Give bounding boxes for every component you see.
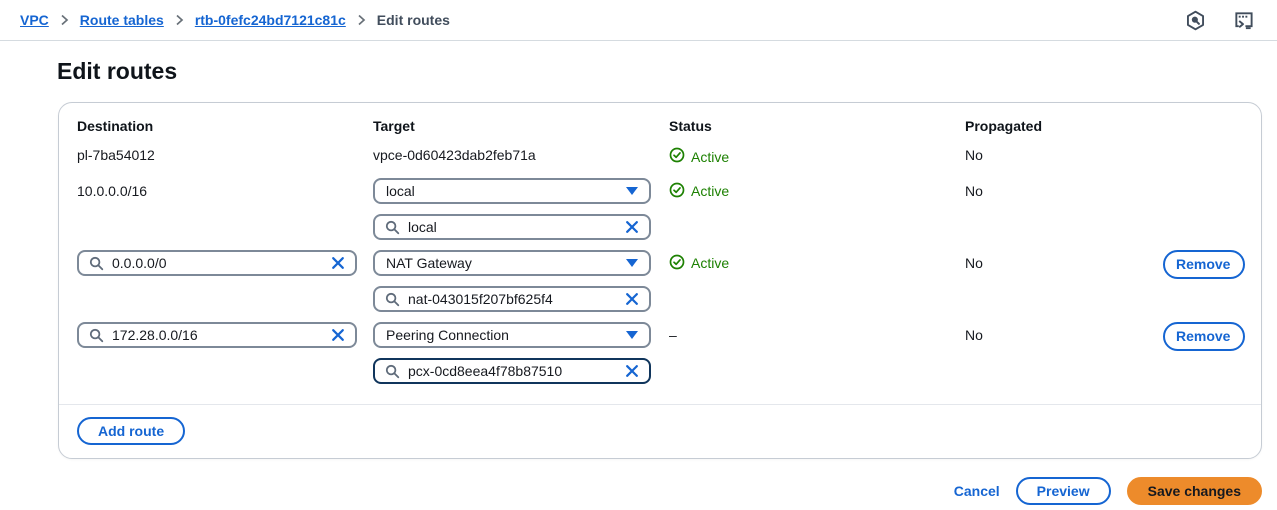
status-cell: Active [669, 147, 965, 166]
status-active-icon [669, 254, 685, 273]
breadcrumb-route-tables[interactable]: Route tables [80, 12, 164, 28]
col-header-propagated: Propagated [965, 118, 1161, 134]
status-active-icon [669, 147, 685, 166]
target-search-input[interactable] [408, 363, 617, 379]
search-icon [89, 256, 104, 271]
destination-search-box [77, 250, 357, 276]
breadcrumb: VPC Route tables rtb-0fefc24bd7121c81c E… [20, 12, 450, 28]
edit-routes-panel: Destination Target Status Propagated pl-… [58, 102, 1262, 459]
status-cell: Active [669, 254, 729, 273]
chevron-down-icon [626, 331, 638, 339]
destination-value: 10.0.0.0/16 [77, 178, 373, 204]
target-search-input[interactable] [408, 219, 617, 235]
card-footer: Add route [59, 404, 1261, 458]
col-header-target: Target [373, 118, 669, 134]
target-search-box [373, 214, 651, 240]
chevron-right-icon [60, 14, 69, 26]
propagated-value: No [965, 147, 1161, 164]
route-row: Peering Connection [77, 322, 1243, 384]
cancel-button[interactable]: Cancel [954, 479, 1000, 503]
add-route-button[interactable]: Add route [77, 417, 185, 445]
route-row: pl-7ba54012 vpce-0d60423dab2feb71a Activ… [77, 147, 1243, 166]
table-header-row: Destination Target Status Propagated [77, 118, 1243, 134]
remove-route-button[interactable]: Remove [1163, 322, 1245, 351]
chevron-right-icon [175, 14, 184, 26]
target-search-box [373, 286, 651, 312]
search-icon [385, 220, 400, 235]
select-value: Peering Connection [386, 327, 509, 343]
breadcrumb-current: Edit routes [377, 12, 450, 28]
status-dash: – [669, 327, 677, 343]
propagated-value: No [965, 322, 1161, 348]
status-label: Active [691, 183, 729, 199]
form-actions: Cancel Preview Save changes [58, 477, 1262, 505]
save-changes-button[interactable]: Save changes [1127, 477, 1262, 505]
clear-x-icon[interactable] [331, 256, 345, 270]
select-value: NAT Gateway [386, 255, 472, 271]
target-type-select[interactable]: NAT Gateway [373, 250, 651, 276]
target-value: vpce-0d60423dab2feb71a [373, 147, 669, 164]
target-search-input[interactable] [408, 291, 617, 307]
status-label: Active [691, 255, 729, 271]
preview-button[interactable]: Preview [1016, 477, 1111, 505]
chevron-right-icon [357, 14, 366, 26]
destination-search-input[interactable] [112, 255, 323, 271]
col-header-status: Status [669, 118, 965, 134]
breadcrumb-vpc[interactable]: VPC [20, 12, 49, 28]
propagated-value: No [965, 178, 1161, 204]
clear-x-icon[interactable] [625, 220, 639, 234]
clear-x-icon[interactable] [331, 328, 345, 342]
page-title: Edit routes [57, 58, 1277, 85]
col-header-destination: Destination [77, 118, 373, 134]
route-row: 10.0.0.0/16 local [77, 178, 1243, 240]
propagated-value: No [965, 250, 1161, 276]
destination-search-box [77, 322, 357, 348]
target-type-select[interactable]: Peering Connection [373, 322, 651, 348]
search-icon [89, 328, 104, 343]
amazon-q-icon[interactable] [1185, 10, 1206, 31]
chevron-down-icon [626, 259, 638, 267]
select-value: local [386, 183, 415, 199]
cloudshell-icon[interactable] [1232, 10, 1255, 31]
status-cell: Active [669, 182, 729, 201]
remove-route-button[interactable]: Remove [1163, 250, 1245, 279]
breadcrumb-route-table-id[interactable]: rtb-0fefc24bd7121c81c [195, 12, 346, 28]
clear-x-icon[interactable] [625, 364, 639, 378]
search-icon [385, 364, 400, 379]
breadcrumb-bar: VPC Route tables rtb-0fefc24bd7121c81c E… [0, 0, 1277, 41]
search-icon [385, 292, 400, 307]
clear-x-icon[interactable] [625, 292, 639, 306]
status-active-icon [669, 182, 685, 201]
target-search-box-focused [373, 358, 651, 384]
destination-search-input[interactable] [112, 327, 323, 343]
chevron-down-icon [626, 187, 638, 195]
route-row: NAT Gateway [77, 250, 1243, 312]
status-label: Active [691, 149, 729, 165]
destination-value: pl-7ba54012 [77, 147, 373, 164]
target-type-select[interactable]: local [373, 178, 651, 204]
